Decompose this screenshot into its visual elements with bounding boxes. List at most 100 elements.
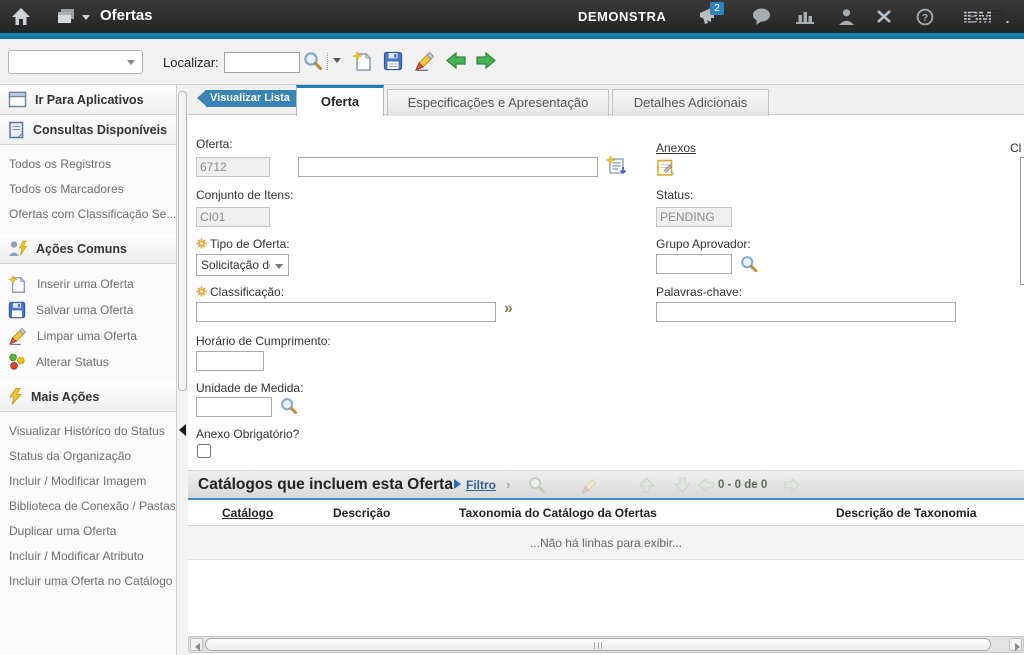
arrow-right-icon (784, 478, 800, 492)
biblioteca-conexao-label: Biblioteca de Conexão / Pastas (9, 499, 176, 513)
horizontal-scrollbar[interactable] (188, 636, 1024, 653)
sidebar-item-go-to-applications[interactable]: Ir Para Aplicativos (0, 85, 176, 115)
grupo-aprovador-field[interactable] (656, 254, 732, 274)
stacked-windows-icon (56, 8, 78, 26)
palavras-chave-field[interactable] (656, 302, 956, 322)
limpar-oferta-label: Limpar uma Oferta (37, 329, 137, 343)
sidebar-item-modificar-imagem[interactable]: Incluir / Modificar Imagem (0, 469, 176, 494)
search-button[interactable] (303, 51, 323, 74)
sidebar-collapse-handle[interactable] (179, 424, 186, 436)
person-icon (838, 8, 855, 25)
catalog-table-header-row: Catálogo Descrição Taxonomia do Catálogo… (188, 500, 1024, 526)
clipped-image-label: Cl (1010, 141, 1021, 155)
search-options-caret[interactable] (333, 58, 341, 63)
clear-record-button[interactable] (414, 51, 435, 74)
horario-field[interactable] (196, 351, 264, 371)
comments-button[interactable] (752, 8, 771, 28)
toolbar-separator (327, 53, 328, 70)
palavras-chave-label: Palavras-chave: (656, 285, 742, 299)
sidebar-scrollbar-thumb[interactable] (178, 91, 187, 391)
classificacao-field[interactable] (196, 302, 496, 322)
sidebar-section-mais-acoes[interactable]: Mais Ações (0, 382, 176, 412)
sidebar-spacer (0, 375, 176, 382)
salvar-oferta-label: Salvar uma Oferta (36, 303, 133, 317)
chevron-down-icon (82, 15, 90, 20)
tab-detalhes-adicionais[interactable]: Detalhes Adicionais (612, 89, 769, 116)
sidebar-item-inserir-oferta[interactable]: Inserir uma Oferta (0, 271, 176, 297)
new-document-icon (352, 51, 373, 72)
scroll-left-arrow-icon (195, 643, 200, 651)
sidebar-item-alterar-status[interactable]: Alterar Status (0, 349, 176, 375)
close-icon (876, 9, 892, 24)
consultas-header-label: Consultas Disponíveis (33, 123, 167, 137)
scrollbar-thumb[interactable] (205, 638, 991, 651)
localizar-input[interactable] (224, 52, 300, 73)
save-icon (8, 301, 26, 319)
oferta-descricao-field[interactable] (298, 157, 598, 177)
question-mark-icon: ? (916, 8, 934, 26)
announcements-button[interactable]: 2 (697, 7, 719, 28)
table-search-button-disabled (528, 476, 546, 497)
sidebar-item-biblioteca-conexao[interactable]: Biblioteca de Conexão / Pastas (0, 494, 176, 519)
reports-button[interactable] (795, 9, 815, 27)
tab-oferta[interactable]: Oferta (296, 85, 384, 116)
horario-label: Horário de Cumprimento: (196, 334, 331, 348)
view-list-button[interactable]: Visualizar Lista (206, 90, 298, 107)
sidebar-spacer (0, 145, 176, 152)
column-header-taxonomia: Taxonomia do Catálogo da Ofertas (459, 506, 657, 520)
sidebar-item-todos-registros[interactable]: Todos os Registros (0, 152, 176, 177)
filter-link[interactable]: Filtro (466, 478, 496, 492)
scroll-left-button[interactable] (190, 638, 203, 651)
profile-button[interactable] (838, 8, 855, 28)
unidade-lookup-button[interactable] (280, 397, 298, 418)
go-to-applications-menu[interactable] (56, 8, 90, 26)
pencil-icon (581, 476, 599, 494)
sidebar-item-todos-marcadores[interactable]: Todos os Marcadores (0, 177, 176, 202)
sign-out-button[interactable] (876, 9, 892, 27)
top-navigation-bar: Ofertas DEMONSTRA 2 (0, 0, 1024, 33)
help-button[interactable]: ? (916, 8, 934, 29)
sidebar-item-oferta-catalogo[interactable]: Incluir uma Oferta no Catálogo (0, 569, 176, 594)
catalog-table-toolbar: Catálogos que incluem esta Oferta Filtro… (188, 470, 1024, 498)
arrow-left-icon (698, 478, 714, 492)
clipped-image-box (1020, 157, 1024, 285)
arrow-up-icon (638, 477, 655, 493)
sidebar-section-consultas[interactable]: Consultas Disponíveis (0, 115, 176, 145)
scroll-right-button[interactable] (1009, 638, 1022, 651)
sidebar-item-duplicar-oferta[interactable]: Duplicar uma Oferta (0, 519, 176, 544)
sidebar-item-modificar-atributo[interactable]: Incluir / Modificar Atributo (0, 544, 176, 569)
sidebar-spacer (0, 264, 176, 271)
tipo-oferta-select[interactable]: Solicitação de (196, 254, 289, 276)
arrow-left-icon (446, 52, 466, 69)
search-icon (303, 51, 323, 71)
next-record-button[interactable] (476, 52, 496, 72)
sidebar-item-ofertas-classificacao[interactable]: Ofertas com Classificação Se... (0, 202, 176, 227)
classificacao-detail-menu-icon[interactable]: » (504, 300, 513, 318)
anexo-obrigatorio-checkbox[interactable] (197, 444, 211, 458)
conjunto-itens-label: Conjunto de Itens: (196, 188, 293, 202)
table-prev-page-button-disabled (698, 478, 714, 495)
sidebar-spacer (0, 412, 176, 419)
sidebar-item-status-organizacao[interactable]: Status da Organização (0, 444, 176, 469)
home-icon[interactable] (11, 7, 31, 26)
acoes-comuns-header-label: Ações Comuns (36, 242, 127, 256)
unidade-medida-field[interactable] (196, 397, 272, 417)
anexos-link[interactable]: Anexos (656, 141, 696, 155)
sidebar-item-salvar-oferta[interactable]: Salvar uma Oferta (0, 297, 176, 323)
anexos-button[interactable] (656, 158, 676, 181)
sidebar-item-historico-status[interactable]: Visualizar Histórico do Status (0, 419, 176, 444)
column-header-catalogo[interactable]: Catálogo (222, 506, 273, 520)
tab-especificacoes[interactable]: Especificações e Apresentação (387, 89, 609, 116)
save-record-button[interactable] (383, 51, 403, 74)
new-record-button[interactable] (352, 51, 373, 75)
sidebar-section-acoes-comuns[interactable]: Ações Comuns (0, 234, 176, 264)
grupo-lookup-button[interactable] (740, 255, 758, 276)
long-description-button[interactable] (606, 155, 628, 180)
filter-expand-icon[interactable] (454, 479, 461, 489)
query-select[interactable] (8, 50, 143, 74)
inserir-oferta-label: Inserir uma Oferta (37, 277, 134, 291)
previous-record-button[interactable] (446, 52, 466, 72)
alterar-status-label: Alterar Status (36, 355, 109, 369)
bar-chart-icon (795, 9, 815, 24)
sidebar-item-limpar-oferta[interactable]: Limpar uma Oferta (0, 323, 176, 349)
